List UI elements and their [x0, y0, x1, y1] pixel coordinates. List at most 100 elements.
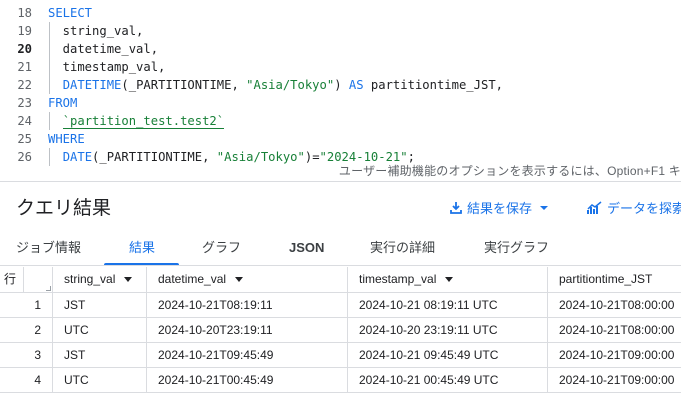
code-line[interactable]: 25 WHERE: [0, 130, 681, 148]
table-cell[interactable]: 2024-10-21T08:19:11: [147, 293, 348, 317]
row-number: 1: [0, 293, 53, 317]
line-number: 20: [17, 42, 32, 56]
sql-table-reference: `partition_test.test2`: [62, 114, 225, 129]
column-menu-icon[interactable]: [235, 277, 244, 283]
table-cell[interactable]: 2024-10-21 08:19:11 UTC: [348, 293, 548, 317]
code-line[interactable]: 23 FROM: [0, 94, 681, 112]
tab-execution-graph[interactable]: 実行グラフ: [484, 233, 549, 265]
line-number: 26: [17, 150, 32, 164]
save-results-button[interactable]: 結果を保存: [449, 198, 556, 217]
code-text: string_val,: [48, 22, 144, 40]
line-number: 22: [17, 78, 32, 92]
code-text: `partition_test.test2`: [48, 112, 225, 130]
table-cell[interactable]: 2024-10-21T08:00:00: [548, 318, 681, 342]
sql-keyword: SELECT: [48, 6, 93, 20]
table-header-row: 行 string_val datetime_val timestamp_val …: [0, 267, 681, 293]
code-text: FROM: [48, 94, 77, 112]
row-number: 4: [0, 368, 53, 392]
table-cell[interactable]: UTC: [53, 318, 147, 342]
query-results-title: クエリ結果: [16, 198, 112, 219]
code-text: DATETIME(_PARTITIONTIME, "Asia/Tokyo") A…: [48, 76, 503, 94]
table-cell[interactable]: 2024-10-21T09:00:00: [548, 343, 681, 367]
sql-token: partitiontime_JST,: [363, 78, 503, 92]
code-line[interactable]: 18 SELECT: [0, 4, 681, 22]
table-row[interactable]: 2 UTC 2024-10-20T23:19:11 2024-10-20 23:19:…: [0, 318, 681, 343]
table-cell[interactable]: 2024-10-20T23:19:11: [147, 318, 348, 342]
column-header-timestamp-val[interactable]: timestamp_val: [348, 267, 548, 292]
tab-results[interactable]: 結果: [129, 233, 155, 265]
column-header-label: string_val: [64, 272, 116, 286]
editor-divider: [0, 181, 681, 182]
code-line[interactable]: 21 timestamp_val,: [0, 58, 681, 76]
tab-chart[interactable]: グラフ: [202, 233, 241, 265]
tabs-divider: [0, 265, 681, 266]
code-line[interactable]: 20 datetime_val,: [0, 40, 681, 58]
line-number: 24: [17, 114, 32, 128]
code-text: SELECT: [48, 4, 92, 22]
download-icon: [450, 201, 462, 214]
table-cell[interactable]: UTC: [53, 368, 147, 392]
row-number-header-spacer: [24, 267, 53, 292]
tab-json[interactable]: JSON: [289, 233, 324, 265]
results-tabs: ジョブ情報 結果 グラフ JSON 実行の詳細 実行グラフ: [0, 233, 681, 266]
tab-job-info[interactable]: ジョブ情報: [16, 233, 81, 265]
sql-string: "Asia/Tokyo": [246, 78, 335, 92]
column-header-partitiontime-jst[interactable]: partitiontime_JST: [548, 267, 681, 292]
save-results-label: 結果を保存: [467, 201, 533, 216]
sql-token: (_PARTITIONTIME,: [121, 78, 247, 92]
sql-keyword: AS: [348, 78, 364, 92]
sql-token: (_PARTITIONTIME,: [92, 150, 217, 164]
sql-string: "Asia/Tokyo": [216, 150, 305, 164]
table-cell[interactable]: 2024-10-21T09:00:00: [548, 368, 681, 392]
code-line[interactable]: 24 `partition_test.test2`: [0, 112, 681, 130]
sql-keyword: DATETIME: [62, 78, 122, 92]
column-header-label: partitiontime_JST: [559, 272, 653, 286]
code-line[interactable]: 22 DATETIME(_PARTITIONTIME, "Asia/Tokyo"…: [0, 76, 681, 94]
column-header-label: datetime_val: [158, 272, 227, 286]
column-header-datetime-val[interactable]: datetime_val: [147, 267, 348, 292]
line-number: 23: [17, 96, 32, 110]
sql-editor[interactable]: 18 SELECT 19 string_val, 20 datetime_val, 21…: [0, 0, 681, 181]
accessibility-hint: ユーザー補助機能のオプションを表示するには、Option+F1 キ: [338, 164, 681, 178]
sql-token: datetime_val,: [48, 42, 159, 56]
sql-keyword: FROM: [48, 96, 78, 110]
column-menu-icon[interactable]: [445, 277, 454, 283]
chevron-down-icon: [540, 205, 549, 210]
chart-explore-icon: [587, 200, 602, 214]
column-menu-icon[interactable]: [124, 277, 133, 283]
explore-data-label: データを探索: [607, 201, 681, 216]
table-cell[interactable]: 2024-10-21T00:45:49: [147, 368, 348, 392]
explore-data-button[interactable]: データを探索: [587, 198, 681, 217]
sql-keyword: DATE: [62, 150, 93, 164]
code-text: datetime_val,: [48, 40, 158, 58]
sql-token: )=: [304, 150, 320, 164]
code-line[interactable]: 19 string_val,: [0, 22, 681, 40]
line-number: 19: [17, 24, 32, 38]
table-cell[interactable]: JST: [53, 343, 147, 367]
row-number: 3: [0, 343, 53, 367]
code-text: timestamp_val,: [48, 58, 166, 76]
table-cell[interactable]: JST: [53, 293, 147, 317]
table-cell[interactable]: 2024-10-21 00:45:49 UTC: [348, 368, 548, 392]
row-number-header: 行: [0, 267, 24, 292]
column-header-string-val[interactable]: string_val: [53, 267, 147, 292]
sql-token: timestamp_val,: [48, 60, 166, 74]
column-header-label: timestamp_val: [359, 272, 437, 286]
table-row[interactable]: 3 JST 2024-10-21T09:45:49 2024-10-21 09:45:…: [0, 343, 681, 368]
sql-keyword: WHERE: [48, 132, 85, 146]
sql-token: ): [334, 78, 349, 92]
table-cell[interactable]: 2024-10-21T09:45:49: [147, 343, 348, 367]
table-cell[interactable]: 2024-10-21T08:00:00: [548, 293, 681, 317]
tab-execution-details[interactable]: 実行の詳細: [370, 233, 435, 265]
row-number: 2: [0, 318, 53, 342]
table-cell[interactable]: 2024-10-21 09:45:49 UTC: [348, 343, 548, 367]
table-cell[interactable]: 2024-10-20 23:19:11 UTC: [348, 318, 548, 342]
line-number: 25: [17, 132, 32, 146]
line-number: 18: [17, 6, 32, 20]
code-text: WHERE: [48, 130, 85, 148]
table-row[interactable]: 1 JST 2024-10-21T08:19:11 2024-10-21 08:19:…: [0, 293, 681, 318]
table-row[interactable]: 4 UTC 2024-10-21T00:45:49 2024-10-21 00:45:…: [0, 368, 681, 393]
